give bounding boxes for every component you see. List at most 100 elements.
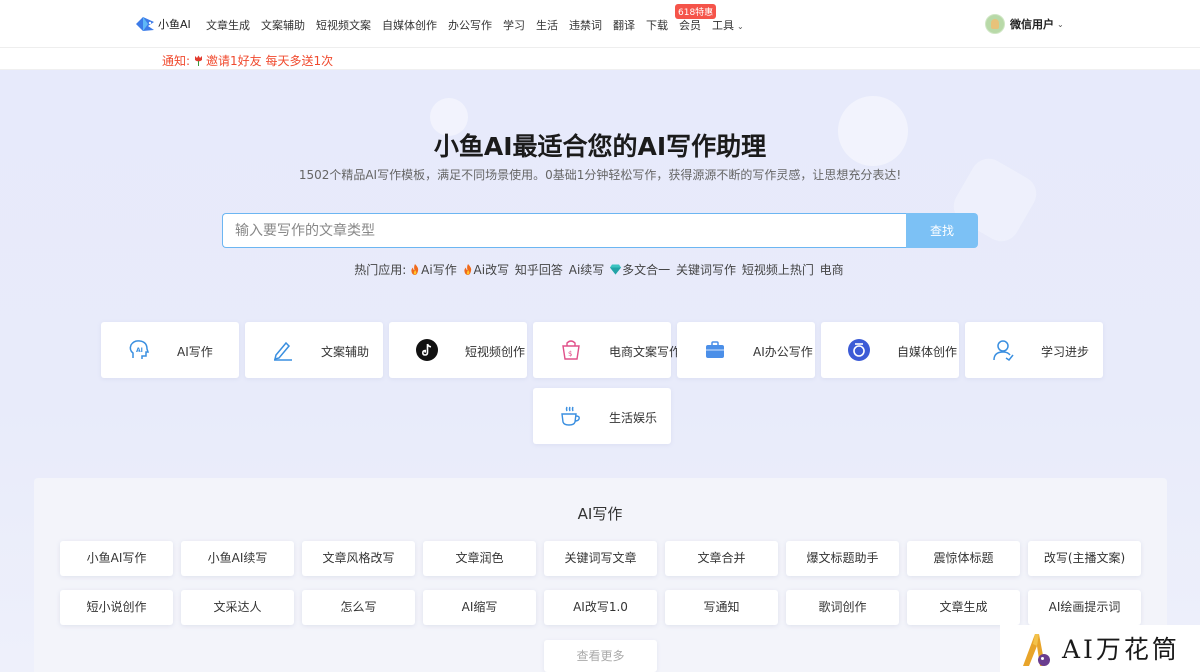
media-icon: [848, 339, 870, 361]
briefcase-icon: [706, 341, 724, 358]
top-header: 小鱼AI 文章生成 文案辅助 短视频文案 自媒体创作 办公写作 学习 生活 违禁…: [0, 0, 1200, 48]
hot-app-short-video-hot[interactable]: 短视频上热门: [742, 261, 814, 278]
logo[interactable]: 小鱼AI: [134, 14, 191, 34]
category-short-video[interactable]: 短视频创作: [389, 322, 527, 378]
tool-card[interactable]: 歌词创作: [786, 590, 899, 625]
hot-app-merge[interactable]: 多文合一: [610, 261, 670, 278]
hero-title: 小鱼AI最适合您的AI写作助理: [433, 132, 767, 161]
notice-text: 邀请1好友 每天多送1次: [206, 54, 334, 68]
category-ai-write[interactable]: AI AI写作: [101, 322, 239, 378]
fish-logo-icon: [136, 17, 154, 31]
fire-icon: [463, 264, 471, 275]
chevron-down-icon: ⌄: [737, 22, 744, 31]
tool-card[interactable]: 震惊体标题: [907, 541, 1020, 576]
tool-card[interactable]: 改写(主播文案): [1028, 541, 1141, 576]
category-study[interactable]: 学习进步: [965, 322, 1103, 378]
nav-item-tools[interactable]: 工具 ⌄: [712, 17, 744, 33]
tool-card[interactable]: 文章风格改写: [302, 541, 415, 576]
diamond-icon: [610, 264, 622, 275]
nav-item-download[interactable]: 下载: [646, 17, 668, 33]
nav-item-banned-words[interactable]: 违禁词: [569, 17, 602, 33]
chevron-down-icon: ⌄: [1057, 19, 1064, 29]
hero-subtitle: 1502个精品AI写作模板，满足不同场景使用。0基础1分钟轻松写作，获得源源不断…: [298, 168, 902, 182]
category-label: 学习进步: [1041, 345, 1090, 359]
nav-item-article-gen[interactable]: 文章生成: [206, 17, 250, 33]
hot-app-ai-rewrite[interactable]: Ai改写: [463, 261, 510, 278]
category-label: 电商文案写作: [609, 345, 682, 359]
tool-card[interactable]: 写通知: [665, 590, 778, 625]
hot-apps-label: 热门应用:: [354, 263, 407, 277]
nav-item-self-media[interactable]: 自媒体创作: [382, 17, 437, 33]
nav-item-short-video[interactable]: 短视频文案: [316, 17, 371, 33]
category-label: AI办公写作: [753, 345, 813, 359]
search-input[interactable]: [222, 213, 908, 248]
hot-app-keyword[interactable]: 关键词写作: [676, 261, 736, 278]
hot-app-label: Ai改写: [473, 263, 510, 277]
tool-card[interactable]: 爆文标题助手: [786, 541, 899, 576]
hot-app-zhihu[interactable]: 知乎回答: [515, 261, 563, 278]
search-button[interactable]: 查找: [906, 213, 978, 248]
category-label: 短视频创作: [465, 345, 526, 359]
shopping-bag-icon: $: [562, 340, 580, 360]
tool-card[interactable]: 文章润色: [423, 541, 536, 576]
tool-card[interactable]: 短小说创作: [60, 590, 173, 625]
hot-app-ai-continue[interactable]: Ai续写: [569, 261, 605, 278]
ai-head-icon: AI: [129, 340, 150, 359]
nav-item-tools-label: 工具: [712, 19, 734, 32]
nav-item-life[interactable]: 生活: [536, 17, 558, 33]
tool-card[interactable]: 小鱼AI续写: [181, 541, 294, 576]
tool-card[interactable]: AI改写1.0: [544, 590, 657, 625]
hot-app-label: Ai写作: [421, 263, 457, 277]
tool-card[interactable]: 怎么写: [302, 590, 415, 625]
promo-badge: 618特惠: [675, 4, 717, 19]
tool-card[interactable]: 文采达人: [181, 590, 294, 625]
category-self-media[interactable]: 自媒体创作: [821, 322, 959, 378]
section-title: AI写作: [577, 505, 623, 523]
view-more-button[interactable]: 查看更多: [544, 640, 657, 672]
user-menu[interactable]: 微信用户 ⌄: [985, 14, 1064, 34]
search-bar: 查找: [222, 213, 978, 248]
person-icon: [993, 340, 1014, 362]
nav-item-member-label: 会员: [679, 19, 701, 32]
fire-icon: [411, 264, 419, 275]
hot-app-label: 多文合一: [622, 263, 671, 277]
category-life[interactable]: 生活娱乐: [533, 388, 671, 444]
nav-item-office[interactable]: 办公写作: [448, 17, 492, 33]
notice-bar: 通知: 邀请1好友 每天多送1次: [0, 48, 1200, 70]
category-copy-assist[interactable]: 文案辅助: [245, 322, 383, 378]
tool-card[interactable]: AI缩写: [423, 590, 536, 625]
main-nav: 文章生成 文案辅助 短视频文案 自媒体创作 办公写作 学习 生活 违禁词 翻译 …: [206, 4, 755, 33]
nav-item-translate[interactable]: 翻译: [613, 17, 635, 33]
nav-item-member[interactable]: 618特惠 会员: [675, 4, 717, 33]
pen-icon: [273, 341, 292, 361]
nav-item-study[interactable]: 学习: [503, 17, 525, 33]
tool-card[interactable]: 文章合并: [665, 541, 778, 576]
tool-card[interactable]: 文章生成: [907, 590, 1020, 625]
avatar: [985, 14, 1005, 34]
user-name: 微信用户: [1010, 18, 1054, 31]
watermark-logo-icon: [1023, 634, 1050, 666]
notice-content[interactable]: 通知: 邀请1好友 每天多送1次: [162, 52, 333, 69]
svg-text:$: $: [568, 350, 572, 358]
category-label: 文案辅助: [321, 345, 370, 359]
category-office[interactable]: AI办公写作: [677, 322, 815, 378]
hot-apps: 热门应用: Ai写作 Ai改写 知乎回答 Ai续写 多文合一 关键词写作 短视频…: [0, 261, 1200, 278]
flower-icon: [195, 55, 203, 66]
tool-card[interactable]: AI绘画提示词: [1028, 590, 1141, 625]
tool-card[interactable]: 关键词写文章: [544, 541, 657, 576]
hot-app-ecommerce[interactable]: 电商: [820, 261, 844, 278]
watermark: AI万花筒: [1000, 625, 1200, 672]
svg-text:AI: AI: [136, 347, 143, 354]
logo-text: 小鱼AI: [158, 18, 191, 31]
notice-prefix: 通知:: [162, 54, 191, 68]
category-ecommerce[interactable]: $ 电商文案写作: [533, 322, 681, 378]
category-label: AI写作: [177, 345, 213, 359]
tool-card[interactable]: 小鱼AI写作: [60, 541, 173, 576]
tiktok-icon: [416, 339, 438, 361]
coffee-cup-icon: [561, 406, 580, 426]
category-label: 生活娱乐: [609, 411, 658, 425]
hot-app-ai-write[interactable]: Ai写作: [410, 261, 457, 278]
category-label: 自媒体创作: [897, 345, 958, 359]
nav-item-copy-assist[interactable]: 文案辅助: [261, 17, 305, 33]
watermark-text: AI万花筒: [1062, 635, 1180, 664]
